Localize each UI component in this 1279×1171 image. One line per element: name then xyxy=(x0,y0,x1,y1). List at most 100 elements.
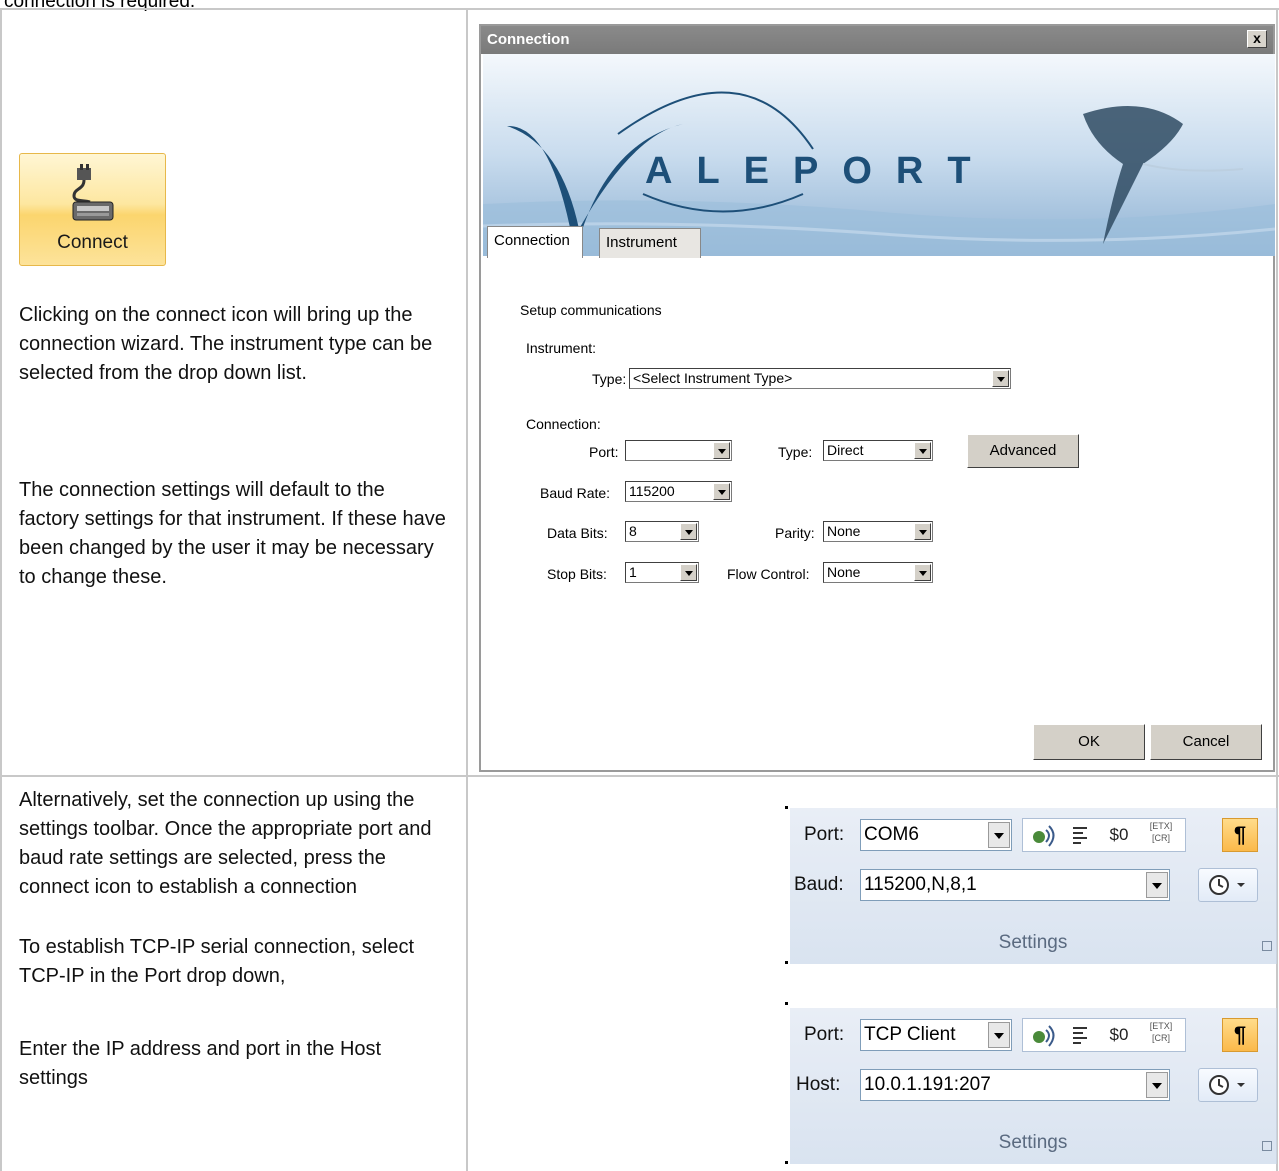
chevron-down-icon[interactable] xyxy=(988,822,1010,848)
cancel-button[interactable]: Cancel xyxy=(1150,724,1262,760)
table-border-right xyxy=(1276,8,1278,1171)
cr-label: [CR] xyxy=(1152,1033,1170,1043)
description-row1-para1: Clicking on the connect icon will bring … xyxy=(19,304,433,384)
dollar-zero-button[interactable]: $0 xyxy=(1100,1018,1138,1052)
tab-connection-label: Connection xyxy=(494,232,570,249)
align-left-button[interactable] xyxy=(1066,1018,1096,1052)
connection-label: Connection: xyxy=(526,416,601,432)
etx-label: [ETX] xyxy=(1149,821,1173,831)
tab-connection[interactable]: Connection xyxy=(487,226,583,258)
pilcrow-button[interactable]: ¶ xyxy=(1222,818,1258,852)
connect-button[interactable]: Connect xyxy=(19,153,166,266)
crop-mark xyxy=(785,806,788,809)
dialog-launcher-icon[interactable] xyxy=(1262,941,1272,951)
flow-control-select[interactable]: None xyxy=(823,562,933,583)
parity-select[interactable]: None xyxy=(823,521,933,542)
etx-cr-button[interactable]: [ETX] [CR] xyxy=(1140,820,1182,854)
parity-value: None xyxy=(827,523,861,539)
port-select[interactable]: TCP Client xyxy=(860,1019,1012,1051)
port-select[interactable]: COM6 xyxy=(860,819,1012,851)
pilcrow-button[interactable]: ¶ xyxy=(1222,1018,1258,1052)
chevron-down-icon[interactable] xyxy=(992,370,1009,387)
cr-label: [CR] xyxy=(1152,833,1170,843)
description-row1-para2: The connection settings will default to … xyxy=(19,479,446,588)
dialog-titlebar: Connection x xyxy=(481,26,1273,54)
stop-bits-label: Stop Bits: xyxy=(547,566,607,582)
close-icon: x xyxy=(1253,30,1261,46)
chevron-down-icon[interactable] xyxy=(914,442,931,459)
data-bits-select[interactable]: 8 xyxy=(625,521,699,542)
valeport-banner: ALEPORT xyxy=(482,54,1276,256)
table-border-middle xyxy=(466,8,468,1171)
chevron-down-icon[interactable] xyxy=(988,1022,1010,1048)
chevron-down-icon[interactable] xyxy=(914,564,931,581)
dollar-zero-label: $0 xyxy=(1109,825,1129,844)
stop-bits-select[interactable]: 1 xyxy=(625,562,699,583)
table-row-divider xyxy=(0,775,1279,777)
chevron-down-icon[interactable] xyxy=(1146,1072,1168,1098)
clock-icon xyxy=(1209,1075,1245,1095)
baud-rate-select[interactable]: 115200 xyxy=(625,481,732,502)
instrument-type-value: <Select Instrument Type> xyxy=(633,370,793,386)
timer-button[interactable] xyxy=(1198,868,1258,902)
crop-mark xyxy=(785,1161,788,1164)
ok-button[interactable]: OK xyxy=(1033,724,1145,760)
dollar-zero-button[interactable]: $0 xyxy=(1100,818,1138,852)
baud-rate-value: 115200 xyxy=(629,483,675,499)
port-label: Port: xyxy=(804,824,845,845)
chevron-down-icon[interactable] xyxy=(1146,872,1168,898)
pilcrow-icon: ¶ xyxy=(1233,822,1247,847)
timer-button[interactable] xyxy=(1198,1068,1258,1102)
dialog-title: Connection xyxy=(487,31,570,48)
etx-label: [ETX] xyxy=(1149,1021,1173,1031)
flow-control-value: None xyxy=(827,564,861,580)
stop-bits-value: 1 xyxy=(629,564,637,580)
caption-text: connection is required. xyxy=(4,0,196,12)
setup-heading: Setup communications xyxy=(520,302,662,318)
host-value: 10.0.1.191:207 xyxy=(864,1074,991,1095)
port-select[interactable] xyxy=(625,440,732,461)
dollar-zero-label: $0 xyxy=(1109,1025,1129,1044)
host-label: Host: xyxy=(796,1074,841,1095)
chevron-down-icon[interactable] xyxy=(680,564,697,581)
description-row2-para1: Alternatively, set the connection up usi… xyxy=(19,789,432,898)
broadcast-icon xyxy=(1033,1025,1055,1047)
chevron-down-icon[interactable] xyxy=(713,483,730,500)
broadcast-button[interactable] xyxy=(1024,818,1066,852)
align-left-icon xyxy=(1073,827,1087,844)
etx-cr-button[interactable]: [ETX] [CR] xyxy=(1140,1020,1182,1054)
advanced-button[interactable]: Advanced xyxy=(967,434,1079,468)
parity-label: Parity: xyxy=(775,525,815,541)
dialog-launcher-icon[interactable] xyxy=(1262,1141,1272,1151)
advanced-label: Advanced xyxy=(989,442,1057,459)
instrument-type-select[interactable]: <Select Instrument Type> xyxy=(629,368,1011,389)
chevron-down-icon[interactable] xyxy=(914,523,931,540)
port-label: Port: xyxy=(804,1024,845,1045)
chevron-down-icon[interactable] xyxy=(680,523,697,540)
table-border-top xyxy=(0,8,1279,10)
data-bits-value: 8 xyxy=(629,523,637,539)
data-bits-label: Data Bits: xyxy=(547,525,608,541)
conn-type-select[interactable]: Direct xyxy=(823,440,933,461)
tab-instrument[interactable]: Instrument xyxy=(599,228,701,258)
table-border-left xyxy=(0,8,2,1171)
conn-type-label: Type: xyxy=(778,444,813,460)
host-select[interactable]: 10.0.1.191:207 xyxy=(860,1069,1170,1101)
align-left-icon xyxy=(1073,1027,1087,1044)
settings-group-label: Settings xyxy=(998,932,1068,953)
ok-label: OK xyxy=(1078,733,1100,750)
crop-mark xyxy=(785,1002,788,1005)
close-button[interactable]: x xyxy=(1247,30,1267,48)
instrument-type-label: Type: xyxy=(592,371,627,387)
connect-icon xyxy=(72,164,114,221)
baud-select[interactable]: 115200,N,8,1 xyxy=(860,869,1170,901)
clock-icon xyxy=(1209,875,1245,895)
align-left-button[interactable] xyxy=(1066,818,1096,852)
crop-mark xyxy=(785,961,788,964)
chevron-down-icon[interactable] xyxy=(713,442,730,459)
broadcast-icon xyxy=(1033,825,1055,847)
connection-dialog: Connection x ALEPORT Connection Instrume… xyxy=(479,24,1276,772)
broadcast-button[interactable] xyxy=(1024,1018,1066,1052)
settings-group-label: Settings xyxy=(998,1132,1068,1153)
settings-toolbar-tcp: Port: TCP Client $0 [ETX] [CR] ¶ Host: 10… xyxy=(785,1002,1277,1164)
